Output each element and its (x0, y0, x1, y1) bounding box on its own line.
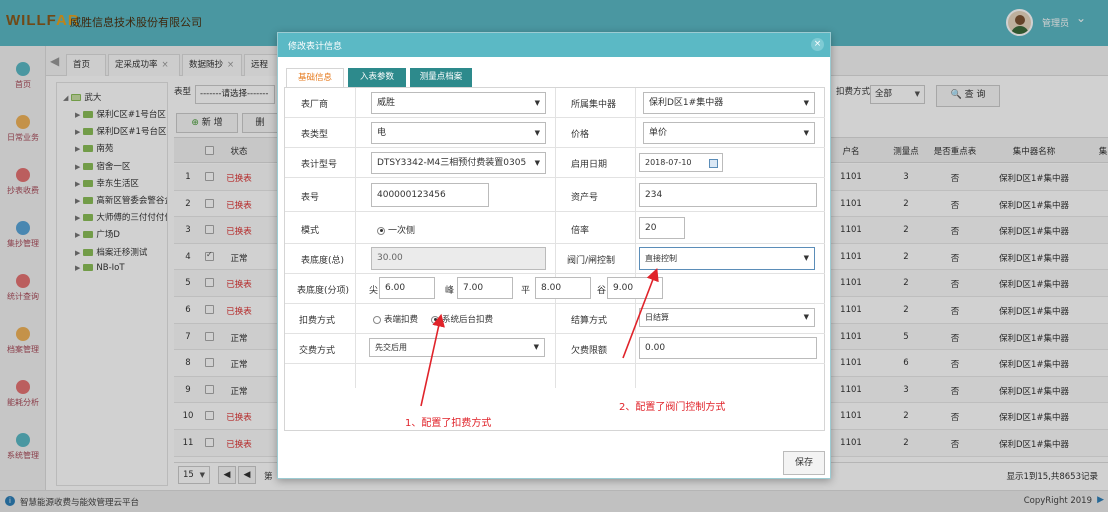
arrow-2 (622, 268, 659, 359)
annotation-1: 1、配置了扣费方式 (405, 418, 492, 429)
dialog-header: 修改表计信息 × (278, 33, 830, 57)
dialog-title: 修改表计信息 (288, 42, 343, 52)
arrow-1 (420, 313, 445, 407)
tab-point-archive[interactable]: 测量点档案 (410, 68, 472, 88)
tab-basic-info[interactable]: 基础信息 (286, 68, 344, 88)
annotation-arrows (420, 268, 659, 407)
save-button[interactable]: 保存 (783, 451, 825, 475)
tab-meter-params[interactable]: 入表参数 (348, 68, 406, 88)
close-icon[interactable]: × (811, 38, 824, 51)
edit-meter-dialog: 修改表计信息 × 基础信息 入表参数 测量点档案 表厂商 威胜 ▼ 所属集中器 保… (277, 32, 831, 479)
form-body: 表厂商 威胜 ▼ 所属集中器 保利D区1#集中器 ▼ 表类型 电 ▼ 价格 单价 ▼ 表… (284, 87, 825, 431)
annotation-2: 2、配置了阀门控制方式 (619, 402, 726, 413)
